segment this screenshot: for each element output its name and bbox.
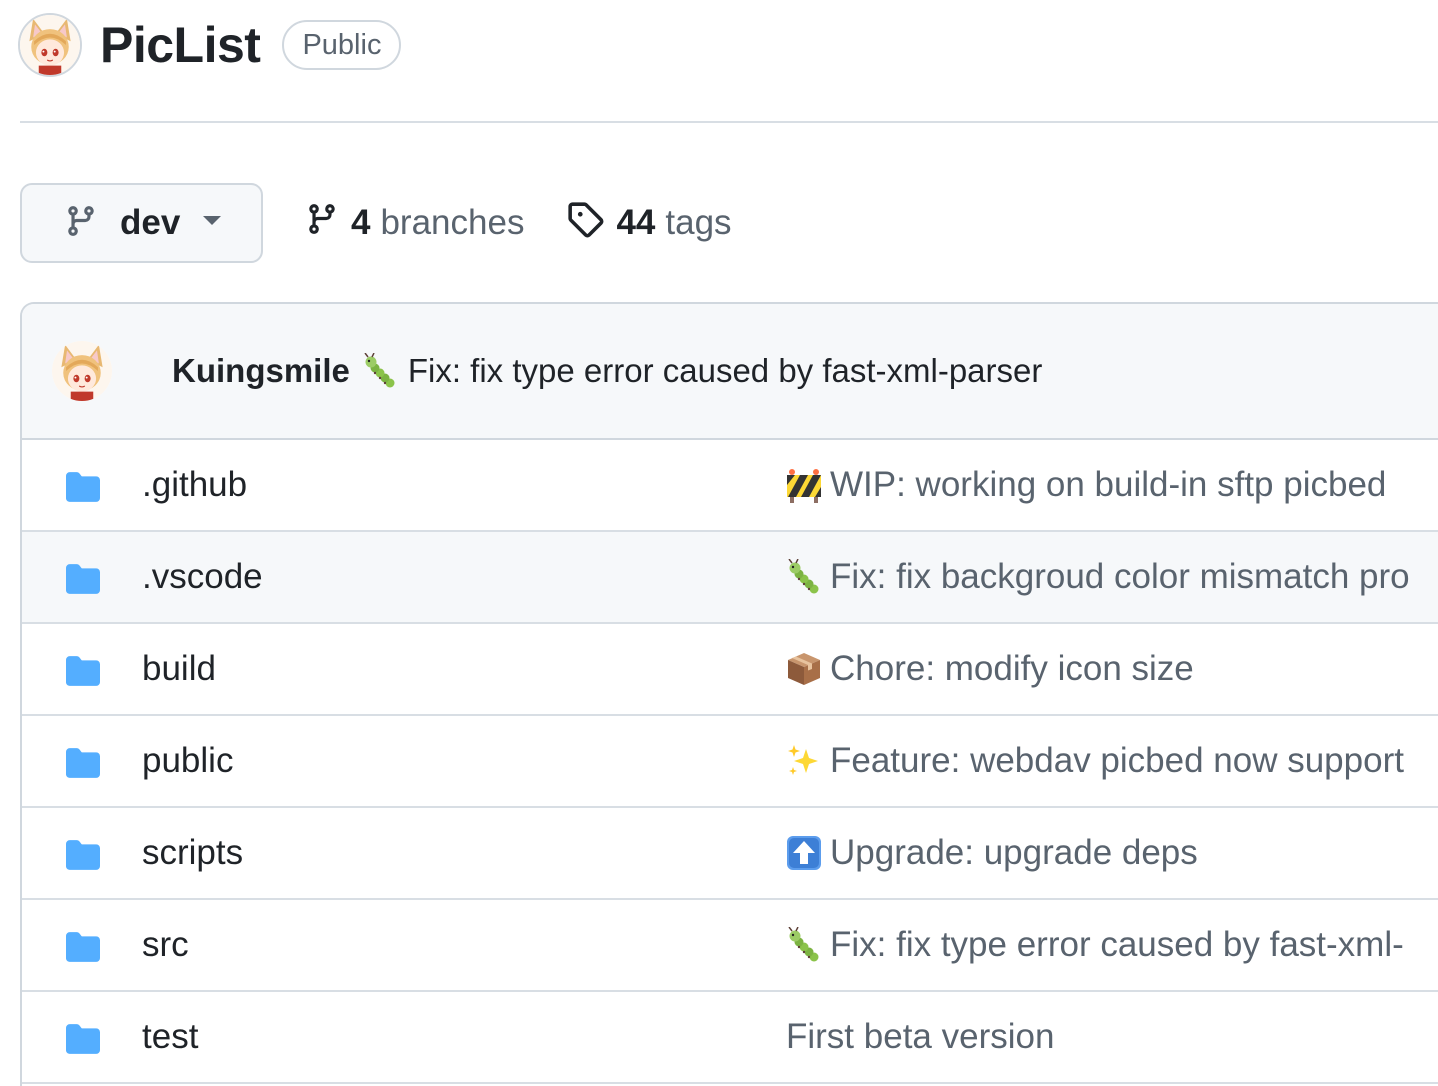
- tags-label: tags: [665, 203, 732, 242]
- file-commit-message: Chore: modify icon size: [830, 649, 1194, 688]
- tags-count: 44: [616, 203, 656, 242]
- repo-title[interactable]: PicList: [100, 16, 261, 74]
- table-row: .github WIP: working on build-in sftp pi…: [22, 440, 1438, 532]
- file-commit-message-link[interactable]: Fix: fix backgroud color mismatch pro: [786, 557, 1410, 597]
- table-row: test First beta version: [22, 992, 1438, 1084]
- tag-icon: [566, 200, 604, 247]
- file-commit-message: Upgrade: upgrade deps: [830, 833, 1198, 872]
- file-commit-message: First beta version: [786, 1017, 1055, 1056]
- commit-author-link[interactable]: Kuingsmile: [172, 352, 350, 390]
- file-name-link[interactable]: .github: [142, 465, 247, 505]
- branches-link[interactable]: 4 branches: [305, 200, 524, 247]
- file-commit-message-link[interactable]: Upgrade: upgrade deps: [786, 833, 1198, 873]
- bug-caterpillar-icon: [786, 927, 822, 963]
- commit-message-link[interactable]: Fix: fix type error caused by fast-xml-p…: [362, 352, 1043, 390]
- current-branch-label: dev: [120, 203, 181, 242]
- file-commit-message: Fix: fix backgroud color mismatch pro: [830, 557, 1410, 596]
- tags-link[interactable]: 44 tags: [566, 200, 732, 247]
- branches-label: branches: [380, 203, 525, 242]
- author-avatar[interactable]: [52, 341, 112, 401]
- chevron-down-icon: [202, 214, 222, 232]
- latest-commit-bar: Kuingsmile Fix: fix type error caused by…: [22, 304, 1438, 440]
- branch-bar: dev 4 branches 44 tags: [20, 183, 732, 263]
- table-row: public Feature: webdav picbed now suppor…: [22, 716, 1438, 808]
- git-branch-icon: [305, 200, 339, 247]
- folder-icon: [62, 470, 104, 509]
- file-name-link[interactable]: test: [142, 1017, 198, 1057]
- file-commit-message: WIP: working on build-in sftp picbed: [830, 465, 1387, 504]
- folder-icon: [62, 838, 104, 877]
- file-commit-message: Fix: fix type error caused by fast-xml-: [830, 925, 1404, 964]
- file-commit-message-link[interactable]: Feature: webdav picbed now support: [786, 741, 1404, 781]
- file-commit-message-link[interactable]: WIP: working on build-in sftp picbed: [786, 465, 1386, 505]
- sparkles-icon: [786, 743, 822, 779]
- owner-avatar[interactable]: [18, 13, 82, 77]
- folder-icon: [62, 562, 104, 601]
- file-name-link[interactable]: public: [142, 741, 233, 781]
- file-commit-message: Feature: webdav picbed now support: [830, 741, 1404, 780]
- file-name-link[interactable]: src: [142, 925, 189, 965]
- folder-icon: [62, 746, 104, 785]
- file-commit-message-link[interactable]: Fix: fix type error caused by fast-xml-: [786, 925, 1404, 965]
- folder-icon: [62, 654, 104, 693]
- branch-selector-button[interactable]: dev: [20, 183, 263, 263]
- git-branch-icon: [64, 202, 98, 245]
- file-name-link[interactable]: .vscode: [142, 557, 263, 597]
- folder-icon: [62, 930, 104, 969]
- branches-count: 4: [351, 203, 371, 242]
- file-name-link[interactable]: build: [142, 649, 216, 689]
- commit-message-text: Fix: fix type error caused by fast-xml-p…: [407, 352, 1043, 389]
- up-arrow-icon: [786, 835, 822, 871]
- repo-header: PicList Public: [18, 10, 402, 80]
- table-row: scripts Upgrade: upgrade deps: [22, 808, 1438, 900]
- bug-caterpillar-icon: [786, 559, 822, 595]
- table-row: src Fix: fix type error caused by fast-x…: [22, 900, 1438, 992]
- header-divider: [20, 121, 1438, 123]
- visibility-badge: Public: [282, 20, 402, 70]
- table-row: .vscode Fix: fix backgroud color mismatc…: [22, 532, 1438, 624]
- file-commit-message-link[interactable]: Chore: modify icon size: [786, 649, 1194, 689]
- table-row: build Chore: modify icon size: [22, 624, 1438, 716]
- package-icon: [786, 651, 822, 687]
- bug-caterpillar-icon: [362, 353, 398, 389]
- file-commit-message-link[interactable]: First beta version: [786, 1017, 1054, 1057]
- construction-icon: [786, 467, 822, 503]
- folder-icon: [62, 1022, 104, 1061]
- file-name-link[interactable]: scripts: [142, 833, 243, 873]
- file-list: Kuingsmile Fix: fix type error caused by…: [20, 302, 1438, 1086]
